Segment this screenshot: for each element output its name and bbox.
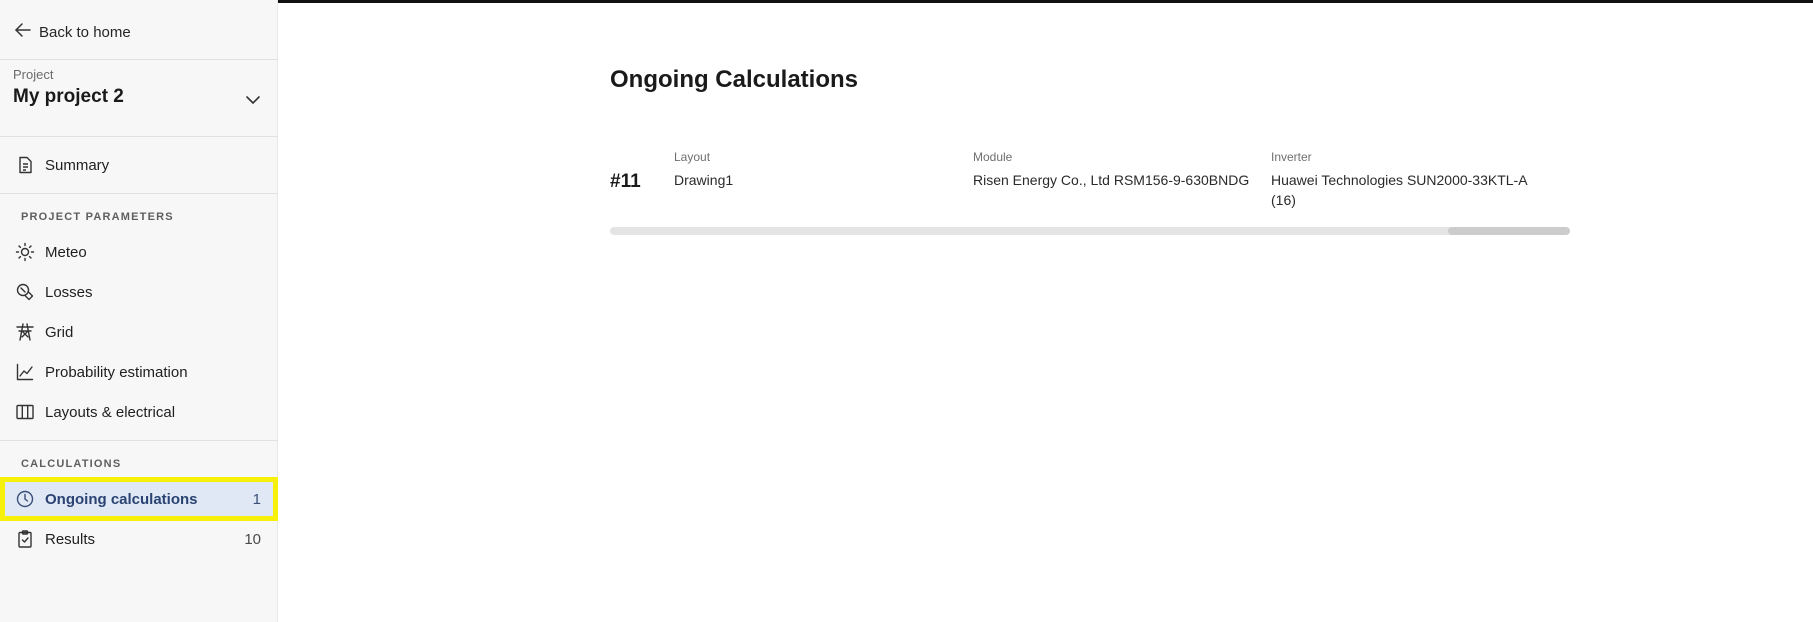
- layout-label: Layout: [674, 150, 711, 164]
- inverter-value-line: (16): [1271, 192, 1296, 208]
- sidebar-item-results[interactable]: Results 10: [0, 519, 278, 559]
- clock-icon: [14, 488, 36, 510]
- document-icon: [14, 154, 36, 176]
- clipboard-check-icon: [14, 528, 36, 550]
- columns-icon: [14, 401, 36, 423]
- sidebar-item-label: Losses: [45, 283, 93, 301]
- section-header-project-parameters: PROJECT PARAMETERS: [21, 211, 174, 223]
- sidebar-divider: [0, 136, 278, 137]
- section-header-calculations: CALCULATIONS: [21, 458, 122, 470]
- chevron-down-icon[interactable]: [242, 89, 264, 111]
- calculation-row[interactable]: #11 Layout Drawing1 Module Risen Energy …: [610, 150, 1570, 220]
- sidebar-item-grid[interactable]: Grid: [0, 312, 278, 352]
- ongoing-count-badge: 1: [252, 490, 261, 508]
- calculation-id: #11: [610, 171, 641, 192]
- project-name[interactable]: My project 2: [13, 86, 124, 108]
- calculation-progress-track: [610, 227, 1570, 235]
- app-root: Back to home Project My project 2 Summar…: [0, 0, 1813, 622]
- sidebar-item-meteo[interactable]: Meteo: [0, 232, 278, 272]
- sidebar-item-label: Meteo: [45, 243, 87, 261]
- module-value: Risen Energy Co., Ltd RSM156-9-630BNDG: [973, 172, 1250, 188]
- sidebar-item-probability-estimation[interactable]: Probability estimation: [0, 352, 278, 392]
- sun-icon: [14, 241, 36, 263]
- layout-value: Drawing1: [674, 172, 734, 188]
- losses-icon: [14, 281, 36, 303]
- sidebar-item-losses[interactable]: Losses: [0, 272, 278, 312]
- sidebar-divider: [0, 440, 278, 441]
- back-to-home-link[interactable]: Back to home: [13, 20, 131, 44]
- project-label: Project: [13, 67, 54, 82]
- inverter-value: Huawei Technologies SUN2000-33KTL-A (16): [1271, 170, 1561, 210]
- inverter-label: Inverter: [1271, 150, 1312, 164]
- sidebar-item-label: Layouts & electrical: [45, 403, 176, 421]
- back-to-home-label: Back to home: [39, 23, 131, 41]
- sidebar-divider: [0, 193, 278, 194]
- sidebar-item-summary[interactable]: Summary: [0, 145, 278, 185]
- line-chart-icon: [14, 361, 36, 383]
- sidebar-item-label: Ongoing calculations: [45, 490, 198, 508]
- results-count-badge: 10: [244, 530, 261, 548]
- sidebar-item-label: Grid: [45, 323, 74, 341]
- inverter-field: Inverter Huawei Technologies SUN2000-33K…: [1271, 150, 1561, 210]
- module-label: Module: [973, 150, 1013, 164]
- sidebar-divider: [0, 59, 278, 60]
- sidebar-item-layouts-electrical[interactable]: Layouts & electrical: [0, 392, 278, 432]
- sidebar-item-label: Summary: [45, 156, 110, 174]
- sidebar-item-label: Results: [45, 530, 96, 548]
- inverter-value-line: Huawei Technologies SUN2000-33KTL-A: [1271, 172, 1528, 188]
- layout-field: Layout Drawing1: [674, 150, 964, 190]
- sidebar-item-ongoing-calculations[interactable]: Ongoing calculations 1: [0, 477, 278, 521]
- sidebar: Back to home Project My project 2 Summar…: [0, 0, 278, 622]
- transmission-tower-icon: [14, 321, 36, 343]
- arrow-left-icon: [13, 20, 33, 44]
- calculation-progress-indicator: [1448, 227, 1570, 235]
- module-field: Module Risen Energy Co., Ltd RSM156-9-63…: [973, 150, 1263, 190]
- page-title: Ongoing Calculations: [610, 66, 859, 93]
- top-border: [278, 0, 1813, 3]
- sidebar-item-label: Probability estimation: [45, 363, 188, 381]
